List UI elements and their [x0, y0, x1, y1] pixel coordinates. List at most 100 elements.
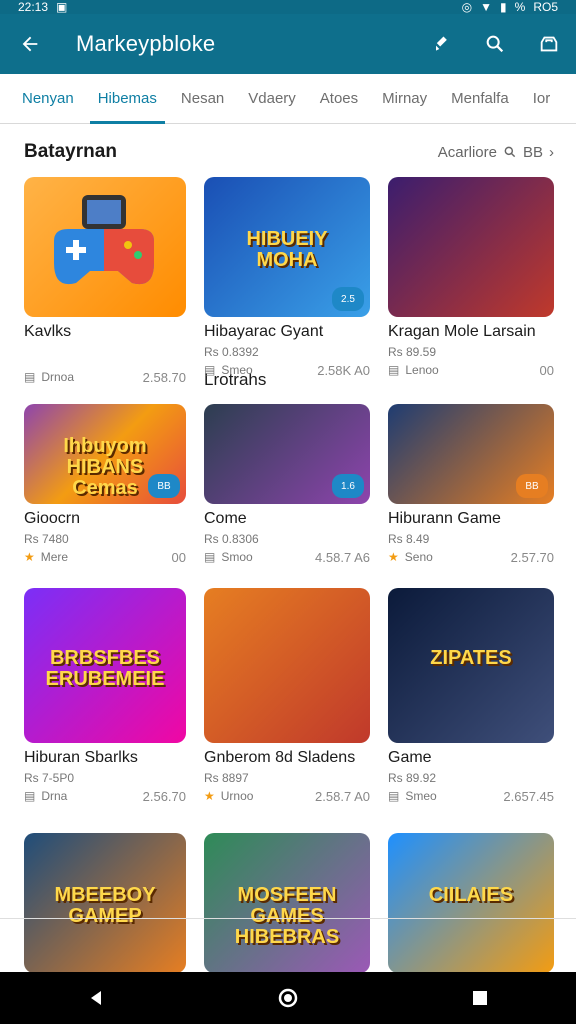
app-tile-image[interactable]: MOSFEEN GAMES HIBEBRAS	[204, 833, 370, 973]
tab-6[interactable]: Menfalfa	[439, 74, 521, 124]
app-tile-image[interactable]	[24, 177, 186, 317]
app-tile-image[interactable]: MBEEBOY GAMEP	[24, 833, 186, 973]
notification-icon: ▣	[56, 0, 68, 14]
mic-icon	[436, 36, 447, 51]
section-more-link[interactable]: Acarliore BB ›	[438, 144, 554, 161]
tab-3[interactable]: Vdaery	[236, 74, 308, 124]
category-icon: ▤	[204, 363, 216, 377]
tile-badge: 1.6	[332, 474, 364, 498]
arrow-left-icon	[22, 36, 38, 52]
search-button[interactable]	[468, 14, 522, 74]
app-meta-value: 4.58.7 A6	[315, 550, 370, 565]
app-tile-image[interactable]: 1.6	[204, 404, 370, 504]
app-tile-image[interactable]: CIILAIES	[388, 833, 554, 973]
tile-title-text: MBEEBOY GAMEP	[54, 884, 156, 927]
search-icon	[504, 146, 516, 158]
mic-button[interactable]	[414, 14, 468, 74]
tab-1[interactable]: Hibemas	[86, 74, 169, 124]
app-meta-value: 2.58.7 A0	[315, 789, 370, 804]
app-meta-value: 2.58.70	[142, 370, 186, 385]
app-tile-image[interactable]	[388, 177, 554, 317]
tile-title-text: HIBUEIY MOHA	[246, 228, 328, 271]
battery-text: %	[514, 0, 526, 14]
store-button[interactable]	[522, 14, 576, 74]
tab-5[interactable]: Mirnay	[370, 74, 439, 124]
home-circle-icon	[278, 988, 298, 1008]
star-icon: ★	[204, 789, 215, 803]
section-more-text: BB	[522, 143, 543, 161]
app-meta: ★ Mere	[24, 550, 68, 564]
system-nav-bar	[0, 972, 576, 1024]
divider	[0, 918, 576, 919]
app-price: Rs 0.8392	[204, 345, 259, 359]
app-tile-image[interactable]	[204, 588, 370, 743]
section-more-label: Acarliore	[437, 143, 497, 161]
app-tile-image[interactable]: BRBSFBES ERUBEMEIE	[24, 588, 186, 743]
category-icon: ▤	[204, 550, 216, 564]
app-name[interactable]: Come	[204, 510, 247, 528]
category-icon: ▤	[388, 363, 400, 377]
tile-title-text: CIILAIES	[428, 884, 514, 906]
search-icon	[486, 35, 504, 53]
app-meta-label: Smoo	[221, 550, 253, 564]
star-icon: ★	[24, 550, 35, 564]
app-name[interactable]: Gioocrn	[24, 510, 80, 528]
app-meta-value: 2.58K A0	[317, 363, 370, 378]
tile-title-text: BRBSFBES ERUBEMEIE	[45, 647, 165, 690]
app-meta: ▤ Drna	[24, 789, 67, 803]
app-meta-value: 2.57.70	[510, 550, 554, 565]
tab-bar: Nenyan Hibemas Nesan Vdaery Atoes Mirnay Menfa…	[0, 74, 576, 124]
app-meta-label: Smeo	[221, 363, 253, 377]
app-price: Rs 89.92	[388, 771, 437, 785]
app-price: Rs 7-5P0	[24, 771, 75, 785]
app-name[interactable]: Kavlks	[24, 323, 71, 341]
app-meta-value: 2.657.45	[503, 789, 554, 804]
gamepad-icon	[54, 195, 154, 285]
app-price: Rs 7480	[24, 532, 69, 546]
app-price: Rs 8897	[204, 771, 249, 785]
nav-home-button[interactable]	[268, 978, 308, 1018]
app-name[interactable]: Gnberom 8d Sladens	[204, 749, 355, 767]
tab-2[interactable]: Nesan	[169, 74, 236, 124]
app-name[interactable]: Game	[388, 749, 432, 767]
wifi-icon: ▼	[480, 0, 493, 14]
back-button[interactable]	[0, 14, 60, 74]
alarm-icon: ◎	[461, 0, 473, 14]
category-icon: ▤	[24, 370, 36, 384]
app-meta: ▤ Smeo	[204, 363, 253, 377]
app-name[interactable]: Hiburann Game	[388, 510, 501, 528]
app-name[interactable]: Hibayarac Gyant	[204, 323, 323, 341]
tab-4[interactable]: Atoes	[308, 74, 370, 124]
tile-title-text: ZIPATES	[430, 647, 512, 669]
app-tile-image[interactable]: HIBUEIY MOHA 2.5	[204, 177, 370, 317]
category-icon: ▤	[24, 789, 36, 803]
tab-7[interactable]: Ior	[521, 74, 563, 124]
app-tile-image[interactable]: BB	[388, 404, 554, 504]
tab-0[interactable]: Nenyan	[10, 74, 86, 124]
app-meta: ▤ Drnoa	[24, 370, 74, 384]
app-meta: ★ Seno	[388, 550, 433, 564]
app-meta: ▤ Lenoo	[388, 363, 439, 377]
star-icon: ★	[388, 550, 399, 564]
app-tile-image[interactable]: ZIPATES	[388, 588, 554, 743]
page-title: Markeypbloke	[76, 31, 216, 56]
category-icon: ▤	[388, 789, 400, 803]
nav-recents-button[interactable]	[460, 978, 500, 1018]
app-name[interactable]: Kragan Mole Larsain	[388, 323, 536, 341]
app-meta-value: 00	[539, 363, 554, 378]
tile-badge: 2.5	[332, 287, 364, 311]
app-meta-label: Urnoo	[220, 789, 254, 803]
app-meta-label: Seno	[404, 550, 433, 564]
signal-icon: ▮	[500, 0, 507, 14]
app-price: Rs 0.8306	[204, 532, 259, 546]
tile-title-text: MOSFEEN GAMES HIBEBRAS	[234, 884, 340, 948]
status-right-text: RO5	[533, 0, 558, 14]
app-name[interactable]: Hiburan Sbarlks	[24, 749, 138, 767]
app-meta-label: Mere	[40, 550, 69, 564]
status-bar: 22:13 ▣ ◎ ▼ ▮ % RO5	[0, 0, 576, 14]
chevron-right-icon: ›	[549, 143, 554, 161]
nav-back-button[interactable]	[76, 978, 116, 1018]
section-header: Batayrnan Acarliore BB ›	[24, 140, 554, 164]
app-tile-image[interactable]: Ihbuyom HIBANS Cemas BB	[24, 404, 186, 504]
section-title: Batayrnan	[24, 141, 117, 162]
